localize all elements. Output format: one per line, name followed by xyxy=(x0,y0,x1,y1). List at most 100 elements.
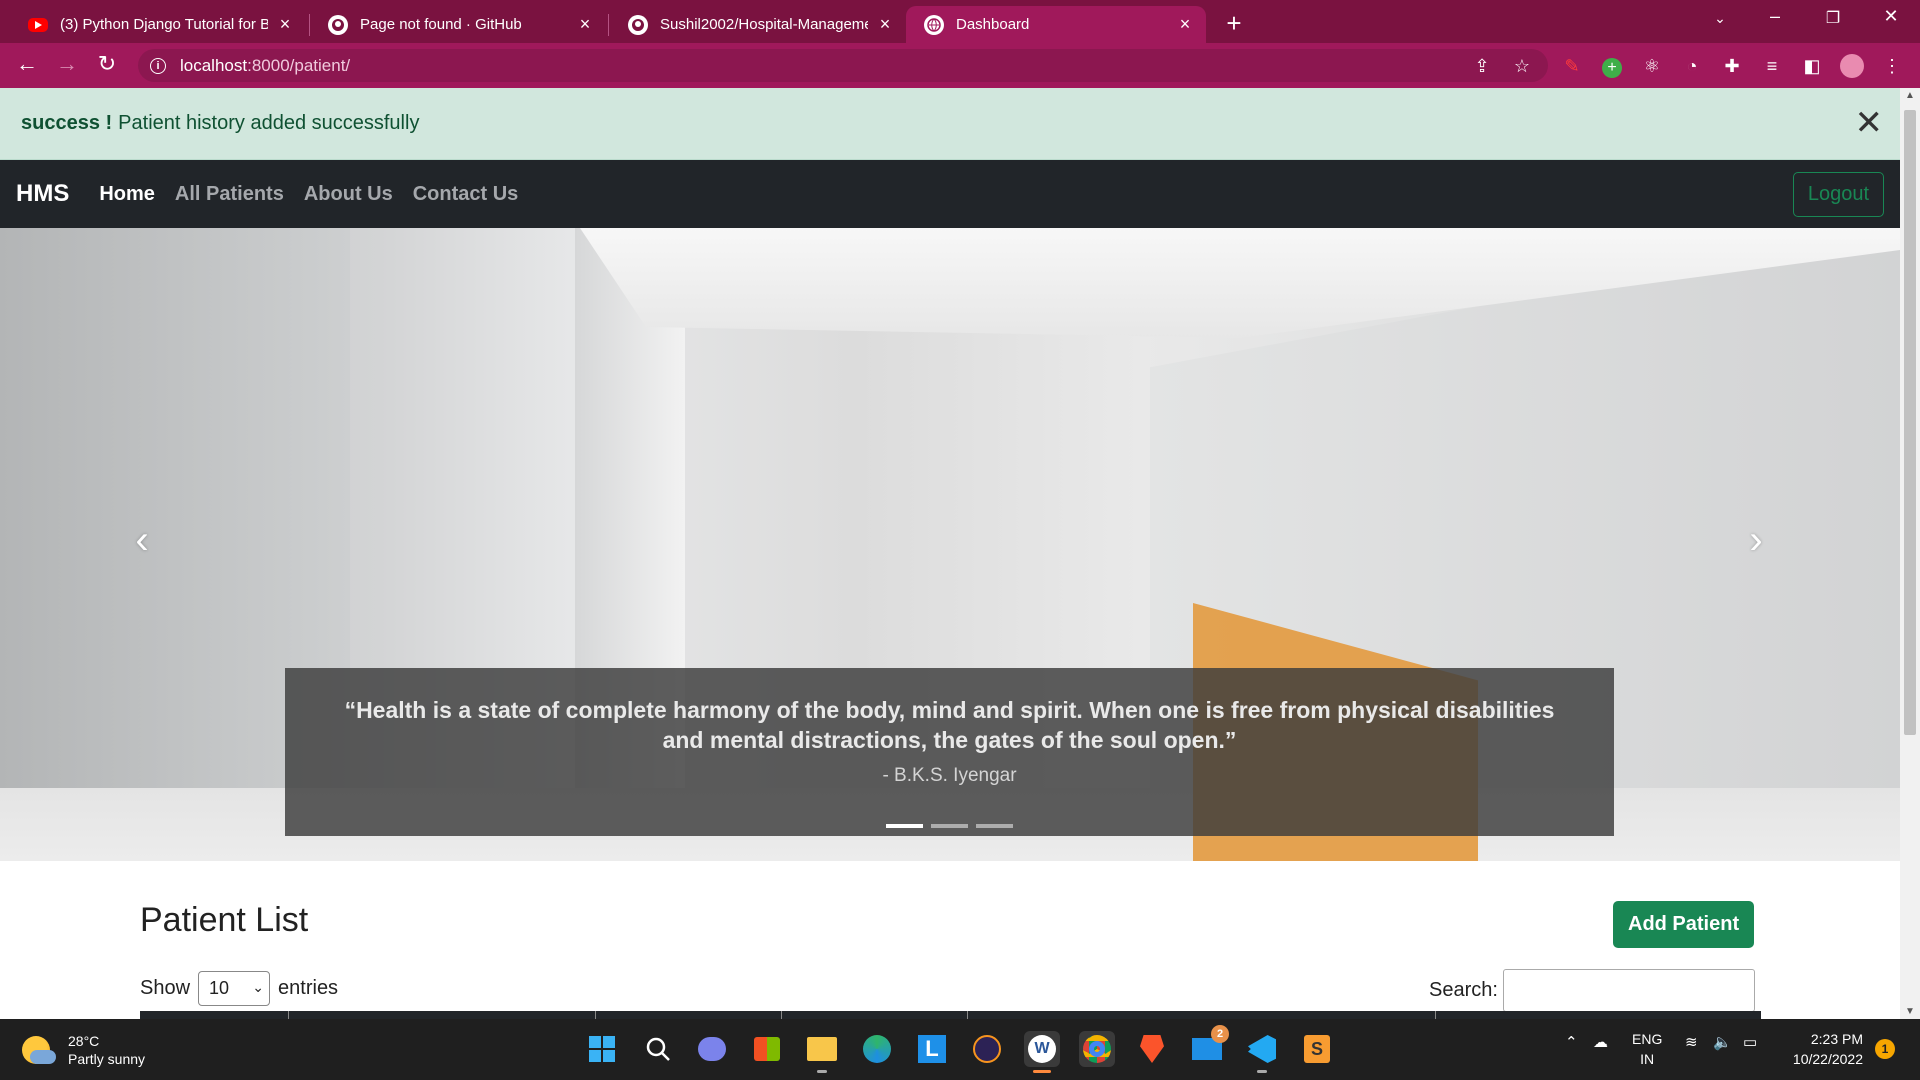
address-bar[interactable]: i localhost:8000/patient/ xyxy=(138,49,1548,82)
close-icon[interactable]: × xyxy=(1176,14,1194,35)
pen-extension-icon[interactable]: ✎ xyxy=(1560,54,1584,78)
tab-youtube[interactable]: (3) Python Django Tutorial for Be × xyxy=(10,6,306,43)
page-scrollbar[interactable]: ▲ ▼ xyxy=(1900,88,1920,1019)
alert-label: success ! xyxy=(21,112,113,134)
file-explorer-icon[interactable] xyxy=(804,1031,840,1073)
minimize-button[interactable]: – xyxy=(1760,6,1790,27)
bookmark-star-icon[interactable]: ☆ xyxy=(1510,54,1534,78)
tray-overflow-chevron-icon[interactable]: ⌃ xyxy=(1565,1033,1578,1051)
back-icon[interactable]: ← xyxy=(12,51,42,77)
entries-label: entries xyxy=(278,977,339,999)
vscode-icon[interactable] xyxy=(1244,1031,1280,1073)
reload-icon[interactable]: ↻ xyxy=(92,51,122,77)
new-tab-button[interactable]: + xyxy=(1222,8,1246,39)
onedrive-icon[interactable]: ☁ xyxy=(1593,1033,1608,1051)
puzzle-extensions-icon[interactable]: ✚ xyxy=(1720,54,1744,78)
carousel-prev-icon[interactable]: ‹ xyxy=(122,518,162,563)
close-icon[interactable]: × xyxy=(276,14,294,35)
hero-carousel: ‹ › “Health is a state of complete harmo… xyxy=(0,228,1900,861)
github-icon xyxy=(328,14,348,35)
mail-icon[interactable]: 2 xyxy=(1189,1025,1229,1067)
edge-browser-icon[interactable] xyxy=(859,1031,895,1067)
input-language[interactable]: ENG IN xyxy=(1632,1029,1662,1069)
windows-taskbar: 28°C Partly sunny L W 2 S ⌃ ☁ ENG IN ≋ 🔈… xyxy=(0,1019,1920,1080)
restore-button[interactable]: ❐ xyxy=(1818,8,1848,28)
tab-title: Sushil2002/Hospital-Managemen xyxy=(660,16,868,33)
system-clock[interactable]: 2:23 PM 10/22/2022 xyxy=(1783,1029,1863,1069)
search-icon[interactable] xyxy=(640,1031,676,1067)
extension-badge-icon[interactable]: ◔ xyxy=(1680,54,1704,78)
carousel-author: - B.K.S. Iyengar xyxy=(882,765,1017,786)
patient-list-section: Patient List Add Patient Show 10 ⌄ entri… xyxy=(0,861,1900,1019)
profile-avatar[interactable] xyxy=(1840,54,1864,78)
scroll-thumb[interactable] xyxy=(1904,110,1916,735)
url-path: :8000/patient/ xyxy=(247,55,351,75)
lang-region: IN xyxy=(1640,1051,1655,1067)
scroll-down-icon[interactable]: ▼ xyxy=(1900,1006,1920,1017)
tab-title: (3) Python Django Tutorial for Be xyxy=(60,16,268,33)
search-input[interactable] xyxy=(1502,969,1755,1012)
nav-about-us[interactable]: About Us xyxy=(304,183,393,206)
nav-all-patients[interactable]: All Patients xyxy=(175,183,284,206)
close-icon[interactable]: × xyxy=(876,14,894,35)
side-panel-icon[interactable]: ◧ xyxy=(1800,54,1824,78)
url-host: localhost xyxy=(180,55,248,75)
brand-logo[interactable]: HMS xyxy=(16,180,69,208)
close-icon[interactable]: × xyxy=(576,14,594,35)
chrome-icon[interactable] xyxy=(1079,1031,1115,1067)
partly-sunny-icon xyxy=(22,1036,56,1064)
tab-github-404[interactable]: Page not found · GitHub × xyxy=(310,6,606,43)
word-app-icon[interactable]: W xyxy=(1024,1031,1060,1073)
youtube-icon xyxy=(28,17,48,32)
mail-badge: 2 xyxy=(1211,1025,1229,1043)
teams-chat-icon[interactable] xyxy=(694,1031,730,1067)
entries-select[interactable]: 10 ⌄ xyxy=(198,971,271,1006)
battery-icon[interactable]: ▭ xyxy=(1743,1033,1757,1051)
carousel-caption: “Health is a state of complete harmony o… xyxy=(285,668,1614,836)
window-close-button[interactable]: ✕ xyxy=(1876,6,1906,27)
globe-icon xyxy=(924,14,944,35)
sublime-text-icon[interactable]: S xyxy=(1299,1031,1335,1067)
reading-list-icon[interactable]: ≡ xyxy=(1760,54,1784,78)
column-divider xyxy=(1435,1011,1436,1019)
column-divider xyxy=(967,1011,968,1019)
tab-title: Dashboard xyxy=(956,16,1030,33)
wifi-icon[interactable]: ≋ xyxy=(1685,1033,1698,1051)
tab-search-icon[interactable]: ⌄ xyxy=(1705,10,1735,27)
success-alert: success ! Patient history added successf… xyxy=(0,88,1900,160)
weather-widget[interactable]: 28°C Partly sunny xyxy=(22,1032,145,1068)
nav-contact-us[interactable]: Contact Us xyxy=(413,183,519,206)
column-divider xyxy=(781,1011,782,1019)
volume-icon[interactable]: 🔈 xyxy=(1713,1033,1732,1051)
share-icon[interactable]: ⇪ xyxy=(1470,54,1494,78)
eclipse-icon[interactable] xyxy=(969,1031,1005,1067)
logout-button[interactable]: Logout xyxy=(1792,172,1884,217)
windows-start-icon[interactable] xyxy=(584,1031,620,1067)
show-label: Show xyxy=(140,977,191,999)
microsoft-store-icon[interactable] xyxy=(749,1031,785,1067)
carousel-next-icon[interactable]: › xyxy=(1736,518,1776,563)
tab-dashboard[interactable]: Dashboard × xyxy=(906,6,1206,43)
notification-badge[interactable]: 1 xyxy=(1875,1039,1895,1059)
carousel-indicator-1[interactable] xyxy=(886,824,923,828)
letter-l-app-icon[interactable]: L xyxy=(914,1031,950,1067)
add-extension-icon[interactable]: + xyxy=(1600,54,1624,78)
scroll-up-icon[interactable]: ▲ xyxy=(1900,90,1920,101)
carousel-indicators xyxy=(285,824,1614,828)
weather-text: 28°C Partly sunny xyxy=(68,1032,145,1068)
table-header xyxy=(140,1011,1761,1019)
tab-github-repo[interactable]: Sushil2002/Hospital-Managemen × xyxy=(610,6,906,43)
react-devtools-icon[interactable]: ⚛ xyxy=(1640,54,1664,78)
browser-tab-strip: (3) Python Django Tutorial for Be × Page… xyxy=(0,0,1920,43)
carousel-indicator-3[interactable] xyxy=(976,824,1013,828)
close-icon[interactable]: ✕ xyxy=(1855,106,1884,140)
site-info-icon[interactable]: i xyxy=(150,57,166,74)
brave-browser-icon[interactable] xyxy=(1134,1031,1170,1067)
forward-icon[interactable]: → xyxy=(52,51,82,77)
nav-home[interactable]: Home xyxy=(99,183,155,206)
add-patient-button[interactable]: Add Patient xyxy=(1613,901,1755,948)
carousel-indicator-2[interactable] xyxy=(931,824,968,828)
url-text: localhost:8000/patient/ xyxy=(180,56,350,76)
browser-menu-icon[interactable]: ⋮ xyxy=(1880,54,1904,78)
entries-value: 10 xyxy=(209,978,230,998)
